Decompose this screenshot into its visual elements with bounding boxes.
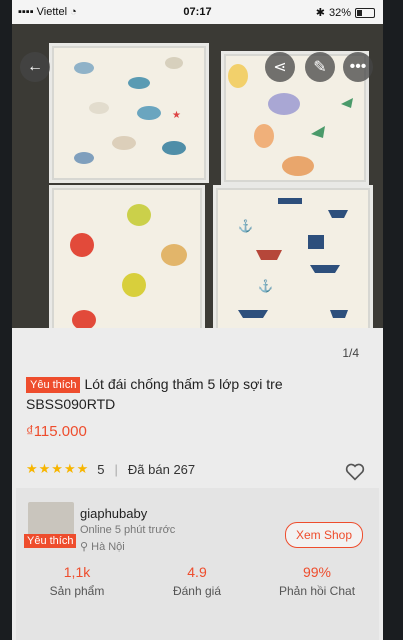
svg-text:★: ★ [172, 110, 181, 121]
battery-area: ✱ 32% [316, 6, 375, 19]
rating-stars: ★★★★★ [26, 461, 90, 476]
fruit-pattern [70, 204, 187, 328]
more-button[interactable]: ••• [343, 52, 373, 82]
product-image-pad-fish: ★ [52, 46, 206, 180]
stat-products: 1,1k Sản phẩm [22, 564, 132, 598]
back-arrow-icon: ← [27, 58, 43, 75]
more-icon: ••• [349, 58, 367, 75]
product-image-gallery[interactable]: ★ ⚓ ⚓ ← ⋖ ✎ ••• [12, 24, 383, 328]
stat-rating: 4.9 Đánh giá [142, 564, 252, 598]
shop-favorite-badge: Yêu thích [24, 534, 77, 548]
stat-label: Sản phẩm [49, 584, 105, 598]
battery-percent: 32% [328, 6, 351, 19]
edit-icon: ✎ [313, 59, 327, 76]
stat-value: 4.9 [187, 564, 207, 580]
image-counter: 1/4 [342, 346, 359, 360]
product-image-pad-boats: ⚓ ⚓ [216, 188, 370, 328]
favorite-badge: Yêu thích [26, 377, 81, 393]
share-button[interactable]: ⋖ [265, 52, 295, 82]
rating-row: ★★★★★ 5 | Đã bán 267 [26, 458, 366, 480]
view-shop-button[interactable]: Xem Shop [285, 522, 363, 548]
fish-pattern: ★ [74, 57, 186, 164]
pineapple-pattern [228, 64, 353, 176]
sold-count: Đã bán 267 [127, 461, 196, 477]
stat-label: Đánh giá [172, 584, 222, 598]
product-title: Yêu thích Lót đái chống thấm 5 lớp sợi tr… [26, 374, 366, 414]
share-icon: ⋖ [273, 59, 287, 76]
location-pin-icon: ⚲ [80, 541, 89, 553]
app-screen: ▪▪▪▪ Viettel ◔ 07:17 ✱ 32% ★ ⚓ ⚓ ← ⋖ ✎ •… [12, 0, 383, 640]
stat-label: Phản hồi Chat [278, 584, 356, 598]
edit-button[interactable]: ✎ [305, 52, 335, 82]
stat-value: 99% [302, 564, 332, 580]
battery-icon [355, 7, 375, 18]
separator: | [114, 461, 118, 477]
stat-chat-response: 99% Phản hồi Chat [262, 564, 372, 598]
shop-card: Yêu thích giaphubaby Online 5 phút trước… [16, 488, 379, 640]
svg-text:⚓: ⚓ [238, 219, 253, 233]
back-button[interactable]: ← [20, 52, 50, 82]
product-price: ₫115.000 [26, 423, 87, 440]
product-image-pad-fruit [52, 188, 202, 328]
bluetooth-icon: ✱ [315, 7, 325, 19]
svg-text:⚓: ⚓ [258, 279, 273, 293]
shop-location: ⚲ Hà Nội [80, 541, 125, 553]
shop-name[interactable]: giaphubaby [80, 506, 147, 521]
rating-value: 5 [97, 461, 105, 477]
stat-value: 1,1k [63, 564, 91, 580]
status-bar: ▪▪▪▪ Viettel ◔ 07:17 ✱ 32% [12, 0, 383, 24]
boat-pattern: ⚓ ⚓ [238, 198, 348, 318]
shop-online-status: Online 5 phút trước [80, 524, 176, 536]
heart-icon[interactable] [345, 463, 365, 481]
